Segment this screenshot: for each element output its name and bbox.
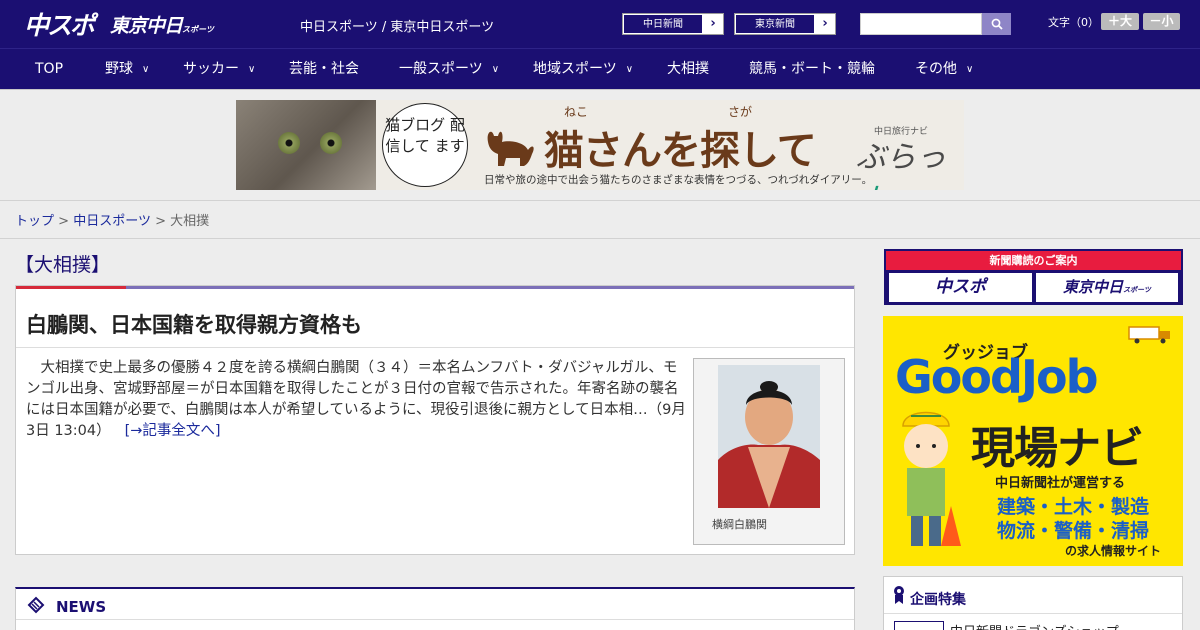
- goodjob-navi-title: 現場ナビ: [971, 423, 1144, 474]
- news-title: NEWS: [56, 598, 107, 616]
- breadcrumb-divider-bottom: [0, 238, 1200, 239]
- special-features-box: 企画特集 中日新聞ドラゴンズショップ: [883, 576, 1183, 630]
- search-input[interactable]: [860, 13, 982, 35]
- nav-other-label: その他: [915, 61, 957, 77]
- article-photo-box: 横綱白鵬関: [693, 358, 845, 545]
- chunichi-shimbun-label: 中日新聞: [623, 14, 703, 34]
- chevron-down-icon: ∨: [491, 64, 500, 75]
- speech-bubble: 猫ブログ 配信して ます: [382, 103, 468, 187]
- nav-local-sports-label: 地域スポーツ: [533, 61, 617, 77]
- article-photo[interactable]: [718, 365, 820, 508]
- nav-sumo[interactable]: 大相撲: [667, 49, 709, 90]
- goodjob-ad[interactable]: グッジョブ GoodJob 現場ナビ 中日新聞社が運営する 建築・土木・製造 物…: [883, 316, 1183, 566]
- tokyo-chunichi-logo-sub: スポーツ: [182, 25, 214, 34]
- truck-icon: [1128, 326, 1170, 344]
- banner-subtitle: 日常や旅の途中で出会う猫たちのさまざまな表情をつづる、つれづれダイアリー。: [484, 174, 873, 186]
- cat-photo: [236, 100, 376, 190]
- site-names: 中日スポーツ / 東京中日スポーツ: [300, 20, 495, 35]
- special-features-title: 企画特集: [910, 592, 966, 608]
- wrestler-photo-icon: [718, 365, 820, 508]
- nav-soccer[interactable]: サッカー ∨: [183, 49, 255, 90]
- article-headline[interactable]: 白鵬関、日本国籍を取得親方資格も: [26, 309, 362, 339]
- chevron-down-icon: ∨: [248, 64, 256, 75]
- cat-blog-banner[interactable]: 猫ブログ 配信して ます ねこ さが 猫さんを探して 中日旅行ナビ ぶらっ人 日…: [236, 100, 964, 190]
- banner-brand: ぶらっ人: [856, 132, 964, 190]
- tokyo-chunichi-logo-text: 東京中日: [110, 15, 183, 37]
- font-larger-button[interactable]: ＋大: [1101, 13, 1139, 30]
- chevron-right-icon: ›: [710, 16, 716, 31]
- tokyo-shimbun-label: 東京新聞: [735, 14, 815, 34]
- chevron-down-icon: ∨: [966, 64, 974, 75]
- nav-other[interactable]: その他 ∨: [915, 49, 973, 90]
- special-features-divider: [884, 613, 1182, 614]
- nav-entertainment[interactable]: 芸能・社会: [289, 49, 359, 90]
- nav-racing-label: 競馬・ボート・競輪: [749, 61, 875, 77]
- breadcrumb-parent-link[interactable]: 中日スポーツ: [73, 214, 151, 229]
- cat-eye-right: [320, 132, 342, 154]
- tokyo-chunichi-logo[interactable]: 東京中日スポーツ: [110, 11, 214, 38]
- news-section: NEWS: [15, 587, 855, 630]
- nav-baseball-label: 野球: [105, 61, 133, 77]
- chuspo-logo[interactable]: 中スポ: [24, 6, 95, 42]
- read-more-link[interactable]: [→記事全文へ]: [125, 423, 221, 439]
- worker-character-icon: [902, 411, 961, 546]
- ribbon-icon: [894, 586, 904, 604]
- article-top-bar: [16, 286, 854, 289]
- cat-eye-left: [278, 132, 300, 154]
- chevron-right-icon: ›: [822, 16, 828, 31]
- banner-title: 猫さんを探して: [544, 128, 817, 174]
- font-size-label: 文字（0）: [1048, 16, 1099, 29]
- cat-silhouette-icon: [487, 131, 534, 166]
- photo-caption: 横綱白鵬関: [712, 518, 767, 531]
- goodjob-line2: 建築・土木・製造: [997, 496, 1150, 518]
- goodjob-line4: の求人情報サイト: [1065, 544, 1162, 558]
- nav-soccer-label: サッカー: [183, 61, 239, 77]
- subscribe-chuspo-logo[interactable]: 中スポ: [889, 273, 1032, 302]
- breadcrumb-divider-top: [0, 200, 1200, 201]
- newspaper-icon: [27, 596, 45, 614]
- nav-local-sports[interactable]: 地域スポーツ ∨: [533, 49, 633, 90]
- headline-divider: [16, 347, 854, 348]
- goodjob-line1: 中日新聞社が運営する: [995, 476, 1126, 491]
- tokyo-shimbun-link[interactable]: 東京新聞 ›: [734, 13, 836, 35]
- goodjob-line3: 物流・警備・清掃: [997, 520, 1150, 542]
- chevron-down-icon: ∨: [142, 64, 150, 75]
- nav-general-sports-label: 一般スポーツ: [399, 61, 483, 77]
- nav-entertainment-label: 芸能・社会: [289, 61, 359, 77]
- subscribe-tokyo-chunichi-logo[interactable]: 東京中日スポーツ: [1036, 273, 1178, 302]
- special-feature-thumbnail[interactable]: [894, 621, 944, 630]
- banner-brand-text: ぶらっ: [856, 140, 946, 175]
- breadcrumb-current: 大相撲: [170, 214, 210, 229]
- nav-baseball[interactable]: 野球 ∨: [105, 49, 149, 90]
- chevron-down-icon: ∨: [625, 64, 634, 75]
- nav-divider: [0, 89, 1200, 90]
- subscribe-tokyo-text: 東京中日: [1063, 278, 1124, 296]
- search-button[interactable]: [982, 13, 1011, 35]
- goodjob-logo: GoodJob: [895, 350, 1099, 404]
- subscription-heading: 新聞購読のご案内: [886, 251, 1181, 270]
- news-divider: [16, 619, 854, 620]
- search-icon: [991, 18, 1003, 30]
- font-smaller-button[interactable]: －小: [1143, 13, 1180, 30]
- nav-sumo-label: 大相撲: [667, 61, 709, 77]
- nav-general-sports[interactable]: 一般スポーツ ∨: [399, 49, 499, 90]
- subscription-box[interactable]: 新聞購読のご案内 中スポ 東京中日スポーツ: [884, 249, 1183, 305]
- article-card: 白鵬関、日本国籍を取得親方資格も 大相撲で史上最多の優勝４２度を誇る横綱白鵬関（…: [15, 285, 855, 555]
- special-feature-link[interactable]: 中日新聞ドラゴンズショップ: [950, 621, 1119, 630]
- breadcrumb-separator: >: [58, 214, 70, 229]
- breadcrumb: トップ > 中日スポーツ > 大相撲: [15, 210, 209, 229]
- article-body: 大相撲で史上最多の優勝４２度を誇る横綱白鵬関（３４）＝本名ムンフバト・ダバジャル…: [26, 358, 686, 442]
- main-nav: TOP 野球 ∨ サッカー ∨ 芸能・社会 一般スポーツ ∨ 地域スポーツ ∨ 大相撲 …: [0, 48, 1200, 89]
- top-header: 中スポ 東京中日スポーツ 中日スポーツ / 東京中日スポーツ 中日新聞 › 東京…: [0, 0, 1200, 48]
- subscribe-tokyo-sub: スポーツ: [1123, 286, 1151, 294]
- section-title: 【大相撲】: [15, 254, 111, 276]
- article-top-bar-accent: [16, 286, 126, 289]
- nav-top[interactable]: TOP: [35, 49, 63, 90]
- breadcrumb-separator: >: [155, 214, 166, 229]
- chunichi-shimbun-link[interactable]: 中日新聞 ›: [622, 13, 724, 35]
- breadcrumb-top-link[interactable]: トップ: [15, 214, 54, 229]
- nav-racing[interactable]: 競馬・ボート・競輪: [749, 49, 875, 90]
- nav-top-label: TOP: [35, 61, 64, 77]
